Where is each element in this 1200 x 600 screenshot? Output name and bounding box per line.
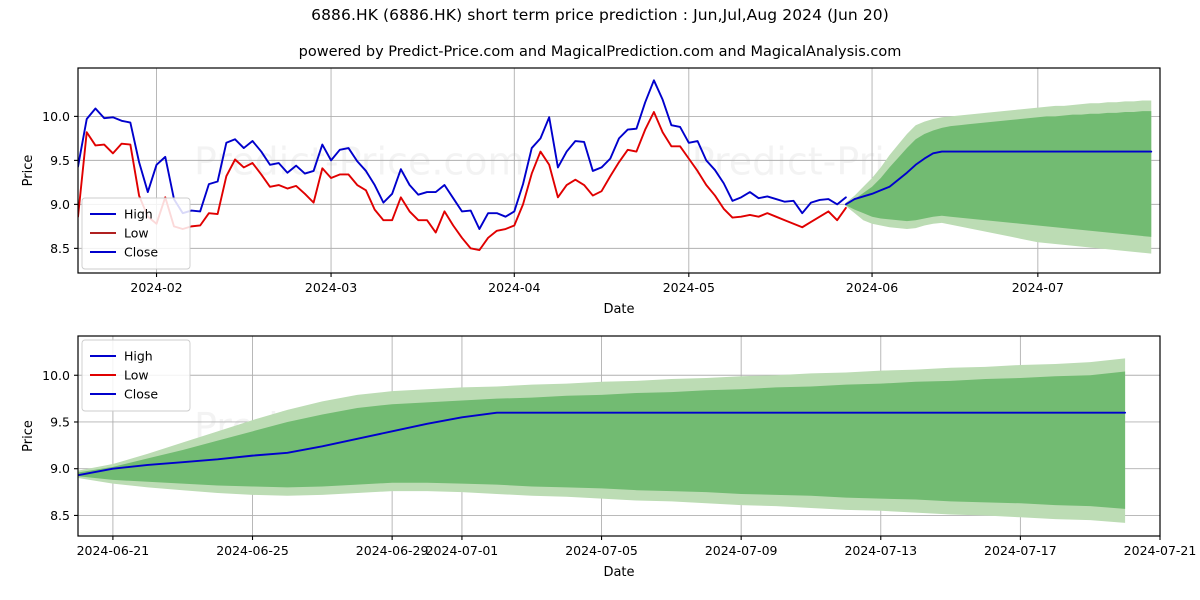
xtick-label-4: 2024-07-05	[565, 543, 638, 558]
xtick-label-8: 2024-07-21	[1124, 543, 1197, 558]
ytick-label-3: 10.0	[42, 109, 70, 124]
xtick-label-3: 2024-05	[663, 280, 715, 295]
legend-top-panel: High Low Close	[81, 197, 191, 270]
legend-label-high: High	[124, 207, 153, 222]
legend-label-close: Close	[124, 245, 158, 260]
xtick-label-2: 2024-06-29	[356, 543, 429, 558]
xtick-label-1: 2024-03	[305, 280, 357, 295]
ytick-label-1: 9.0	[50, 197, 70, 212]
xtick-label-4: 2024-06	[846, 280, 898, 295]
page-subtitle: powered by Predict-Price.com and Magical…	[298, 44, 902, 60]
xtick-label-0: 2024-06-21	[77, 543, 150, 558]
xtick-label-5: 2024-07	[1012, 280, 1064, 295]
ytick-label-2: 9.5	[50, 153, 70, 168]
x-axis-title: Date	[603, 565, 634, 580]
xtick-label-7: 2024-07-17	[984, 543, 1057, 558]
legend-label-close: Close	[124, 387, 158, 402]
legend-label-high: High	[124, 349, 153, 364]
ytick-label-0: 8.5	[50, 241, 70, 256]
ytick-label-1: 9.0	[50, 461, 70, 476]
ytick-label-3: 10.0	[42, 368, 70, 383]
watermark-text: Predict-Price.com	[194, 140, 525, 184]
chart-panel-top-panel: Predict-Price.comPredict-Price.com8.59.0…	[21, 67, 1161, 317]
page-title: 6886.HK (6886.HK) short term price predi…	[311, 6, 889, 24]
xtick-label-3: 2024-07-01	[426, 543, 499, 558]
chart-panel-bottom-panel: Predict-Price.comPredict-Price.com8.59.0…	[21, 335, 1197, 580]
legend-bottom-panel: High Low Close	[81, 339, 191, 412]
y-axis-title: Price	[21, 155, 36, 187]
legend-label-low: Low	[124, 226, 149, 241]
xtick-label-6: 2024-07-13	[844, 543, 917, 558]
xtick-label-0: 2024-02	[130, 280, 182, 295]
xtick-label-5: 2024-07-09	[705, 543, 778, 558]
xtick-label-1: 2024-06-25	[216, 543, 289, 558]
figure: Predict-Price.comPredict-Price.com8.59.0…	[21, 67, 1197, 580]
y-axis-title: Price	[21, 420, 36, 452]
ytick-label-0: 8.5	[50, 508, 70, 523]
xtick-label-2: 2024-04	[488, 280, 540, 295]
ytick-label-2: 9.5	[50, 414, 70, 429]
legend-label-low: Low	[124, 368, 149, 383]
x-axis-title: Date	[603, 302, 634, 317]
